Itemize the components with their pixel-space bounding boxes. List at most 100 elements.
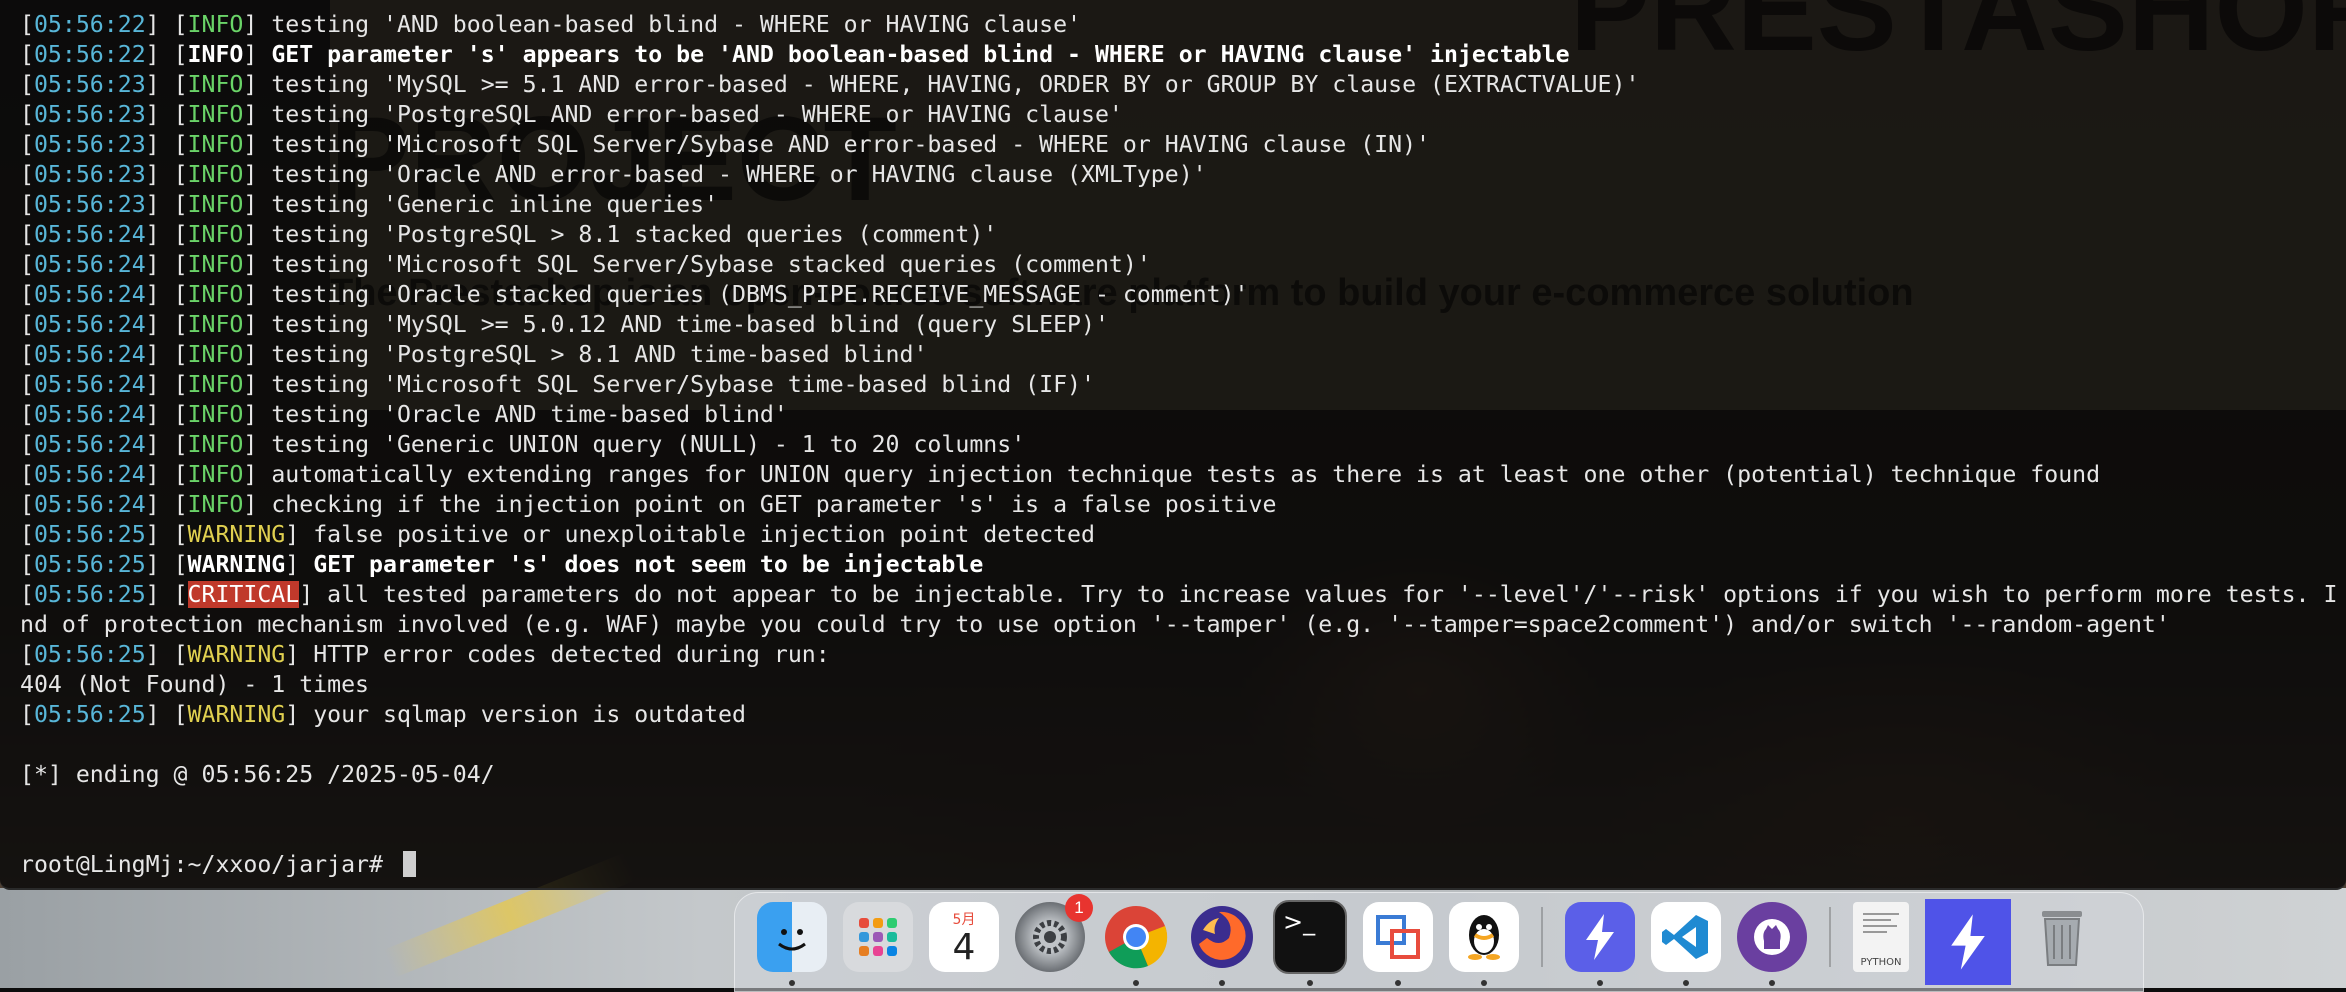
calendar-day: 4 — [952, 927, 976, 968]
log-message: testing 'Generic UNION query (NULL) - 1 … — [271, 431, 1026, 458]
github-desktop-icon[interactable] — [1737, 902, 1807, 986]
log-message: testing 'PostgreSQL > 8.1 AND time-based… — [271, 341, 928, 368]
log-timestamp: 05:56:25 — [33, 551, 146, 578]
terminal-line: [05:56:24] [INFO] testing 'MySQL >= 5.0.… — [20, 311, 1109, 338]
log-timestamp: 05:56:24 — [33, 221, 146, 248]
log-message: your sqlmap version is outdated — [313, 701, 746, 728]
log-message: testing 'PostgreSQL > 8.1 stacked querie… — [271, 221, 998, 248]
dock-separator — [1829, 907, 1831, 967]
log-timestamp: 05:56:24 — [33, 281, 146, 308]
log-level: INFO — [187, 11, 244, 38]
finder-icon[interactable] — [757, 902, 827, 986]
terminal-line: [05:56:25] [WARNING] HTTP error codes de… — [20, 641, 830, 668]
log-level: INFO — [187, 41, 244, 68]
terminal-line: 404 (Not Found) - 1 times — [20, 670, 2346, 700]
terminal-line: [05:56:24] [INFO] testing 'Oracle stacke… — [20, 281, 1249, 308]
terminal-line: [05:56:25] [CRITICAL] all tested paramet… — [20, 581, 2338, 608]
vscode-icon[interactable] — [1651, 902, 1721, 986]
log-message: testing 'Oracle AND error-based - WHERE … — [271, 161, 1207, 188]
firefox-icon[interactable] — [1187, 902, 1257, 986]
log-timestamp: 05:56:25 — [33, 521, 146, 548]
log-level: INFO — [187, 401, 244, 428]
terminal-line: [05:56:23] [INFO] testing 'Generic inlin… — [20, 191, 719, 218]
log-level: INFO — [187, 251, 244, 278]
log-timestamp: 05:56:24 — [33, 401, 146, 428]
terminal-line: [05:56:23] [INFO] testing 'Microsoft SQL… — [20, 131, 1430, 158]
terminal-line: [05:56:23] [INFO] testing 'PostgreSQL AN… — [20, 101, 1123, 128]
chrome-icon[interactable] — [1101, 902, 1171, 986]
terminal-output[interactable]: [05:56:22] [INFO] testing 'AND boolean-b… — [20, 10, 2346, 880]
running-indicator — [1769, 980, 1775, 986]
terminal-line: [05:56:25] [WARNING] your sqlmap version… — [20, 701, 746, 728]
log-level: INFO — [187, 191, 244, 218]
thunder-icon[interactable] — [1565, 902, 1635, 986]
calendar-icon[interactable]: 5月 4 — [929, 902, 999, 972]
log-level: INFO — [187, 341, 244, 368]
terminal-line: root@LingMj:~/xxoo/jarjar# — [20, 850, 2346, 880]
dock: 5月 4 1 >_ PYTHON — [734, 892, 2144, 992]
log-level: INFO — [187, 281, 244, 308]
thunder-active-icon[interactable] — [1925, 899, 2011, 985]
log-message: automatically extending ranges for UNION… — [271, 461, 2101, 488]
log-level: INFO — [187, 371, 244, 398]
terminal-line: [05:56:22] [INFO] testing 'AND boolean-b… — [20, 11, 1081, 38]
terminal-line: [05:56:24] [INFO] testing 'Oracle AND ti… — [20, 401, 788, 428]
log-level: INFO — [187, 431, 244, 458]
terminal-line: [*] ending @ 05:56:25 /2025-05-04/ — [20, 760, 2346, 790]
log-message: HTTP error codes detected during run: — [313, 641, 830, 668]
terminal-line: [05:56:24] [INFO] testing 'PostgreSQL > … — [20, 221, 998, 248]
log-level: INFO — [187, 461, 244, 488]
log-message: testing 'Microsoft SQL Server/Sybase AND… — [271, 131, 1430, 158]
log-timestamp: 05:56:24 — [33, 371, 146, 398]
shell-prompt[interactable]: root@LingMj:~/xxoo/jarjar# — [20, 851, 397, 878]
log-level: WARNING — [187, 641, 286, 668]
calendar-month: 5月 — [952, 912, 976, 928]
text-cursor — [402, 851, 416, 877]
log-timestamp: 05:56:23 — [33, 161, 146, 188]
log-message: testing 'Microsoft SQL Server/Sybase sta… — [271, 251, 1151, 278]
log-timestamp: 05:56:22 — [33, 11, 146, 38]
log-level: INFO — [187, 101, 244, 128]
python-doc-icon[interactable]: PYTHON — [1853, 902, 1909, 972]
parallels-icon[interactable] — [1363, 902, 1433, 986]
log-timestamp: 05:56:25 — [33, 641, 146, 668]
terminal-window[interactable]: PRESTASHOP PROJECT The Prestashop is an … — [0, 0, 2346, 890]
notification-badge: 1 — [1065, 894, 1093, 922]
log-timestamp: 05:56:23 — [33, 101, 146, 128]
log-message: all tested parameters do not appear to b… — [327, 581, 2338, 608]
launchpad-icon[interactable] — [843, 902, 913, 972]
log-level: WARNING — [187, 521, 286, 548]
log-level: INFO — [187, 71, 244, 98]
log-message: testing 'Microsoft SQL Server/Sybase tim… — [271, 371, 1095, 398]
terminal-line: [05:56:23] [INFO] testing 'Oracle AND er… — [20, 161, 1207, 188]
log-timestamp: 05:56:23 — [33, 191, 146, 218]
log-timestamp: 05:56:22 — [33, 41, 146, 68]
terminal-line: [05:56:24] [INFO] checking if the inject… — [20, 491, 1277, 518]
qq-icon[interactable] — [1449, 902, 1519, 986]
log-message: testing 'Oracle AND time-based blind' — [271, 401, 788, 428]
terminal-icon[interactable]: >_ — [1273, 900, 1347, 986]
system-settings-icon[interactable]: 1 — [1015, 894, 1093, 972]
running-indicator — [1307, 980, 1313, 986]
log-message: testing 'AND boolean-based blind - WHERE… — [271, 11, 1081, 38]
log-timestamp: 05:56:24 — [33, 491, 146, 518]
running-indicator — [1133, 980, 1139, 986]
log-timestamp: 05:56:23 — [33, 71, 146, 98]
log-timestamp: 05:56:24 — [33, 431, 146, 458]
log-timestamp: 05:56:24 — [33, 341, 146, 368]
trash-icon[interactable] — [2027, 902, 2097, 972]
log-level: WARNING — [187, 701, 286, 728]
log-message: false positive or unexploitable injectio… — [313, 521, 1095, 548]
log-continuation: [*] ending @ 05:56:25 /2025-05-04/ — [20, 761, 495, 788]
log-level: INFO — [187, 491, 244, 518]
log-level: CRITICAL — [187, 581, 300, 608]
log-level: INFO — [187, 131, 244, 158]
terminal-line: [05:56:24] [INFO] testing 'Generic UNION… — [20, 431, 1026, 458]
log-message: testing 'MySQL >= 5.0.12 AND time-based … — [271, 311, 1109, 338]
log-message: testing 'Oracle stacked queries (DBMS_PI… — [271, 281, 1249, 308]
terminal-line: [05:56:22] [INFO] GET parameter 's' appe… — [20, 41, 1570, 68]
terminal-line: [05:56:25] [WARNING] GET parameter 's' d… — [20, 551, 984, 578]
log-level: INFO — [187, 221, 244, 248]
running-indicator — [1683, 980, 1689, 986]
